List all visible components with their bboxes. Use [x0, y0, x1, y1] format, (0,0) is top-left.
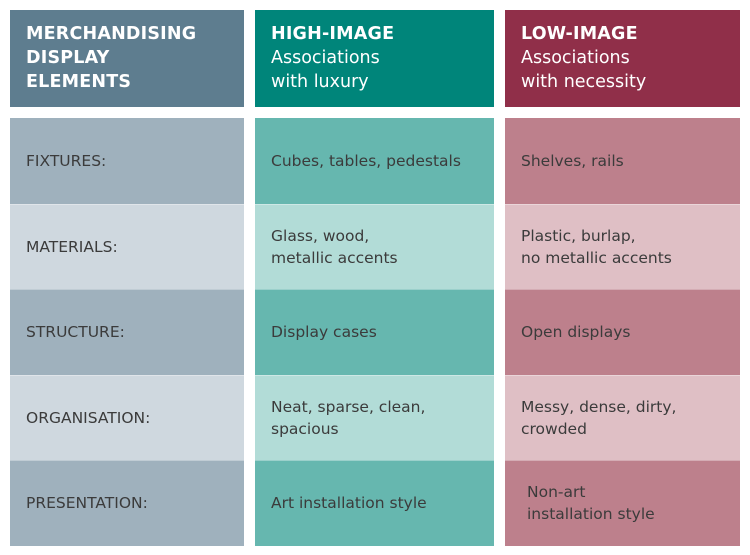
low-image-organisation: Messy, dense, dirty, crowded — [505, 374, 740, 460]
column-body: Shelves, rails Plastic, burlap, no metal… — [505, 118, 740, 546]
header-low-image: LOW-IMAGE Associations with necessity — [505, 10, 740, 107]
low-image-presentation: Non-art installation style — [505, 460, 740, 546]
column-display-elements: MERCHANDISING DISPLAY ELEMENTS FIXTURES:… — [10, 10, 244, 546]
header-display-elements: MERCHANDISING DISPLAY ELEMENTS — [10, 10, 244, 107]
low-image-fixtures: Shelves, rails — [505, 118, 740, 204]
row-label-organisation: ORGANISATION: — [10, 374, 244, 460]
header-title: HIGH-IMAGE — [271, 24, 395, 44]
header-subtitle: Associations with necessity — [521, 48, 647, 92]
high-image-organisation: Neat, sparse, clean, spacious — [255, 374, 494, 460]
header-title: MERCHANDISING DISPLAY ELEMENTS — [26, 24, 197, 92]
header-subtitle: Associations with luxury — [271, 48, 380, 92]
low-image-materials: Plastic, burlap, no metallic accents — [505, 203, 740, 289]
high-image-materials: Glass, wood, metallic accents — [255, 203, 494, 289]
row-label-presentation: PRESENTATION: — [10, 460, 244, 546]
row-label-materials: MATERIALS: — [10, 203, 244, 289]
row-label-fixtures: FIXTURES: — [10, 118, 244, 204]
header-high-image: HIGH-IMAGE Associations with luxury — [255, 10, 494, 107]
header-title: LOW-IMAGE — [521, 24, 638, 44]
low-image-structure: Open displays — [505, 289, 740, 375]
high-image-presentation: Art installation style — [255, 460, 494, 546]
column-body: Cubes, tables, pedestals Glass, wood, me… — [255, 118, 494, 546]
column-body: FIXTURES: MATERIALS: STRUCTURE: ORGANISA… — [10, 118, 244, 546]
column-high-image: HIGH-IMAGE Associations with luxury Cube… — [255, 10, 494, 546]
high-image-fixtures: Cubes, tables, pedestals — [255, 118, 494, 204]
high-image-structure: Display cases — [255, 289, 494, 375]
column-low-image: LOW-IMAGE Associations with necessity Sh… — [505, 10, 740, 546]
row-label-structure: STRUCTURE: — [10, 289, 244, 375]
